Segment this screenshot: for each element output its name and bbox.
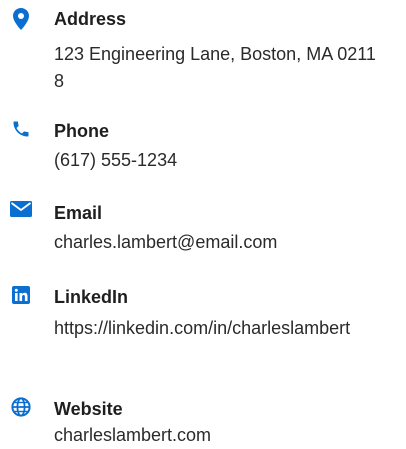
globe-icon	[10, 396, 32, 418]
linkedin-icon	[10, 284, 32, 306]
website-value[interactable]: charleslambert.com	[54, 422, 384, 449]
address-label: Address	[54, 9, 127, 29]
website-label: Website	[54, 399, 123, 419]
linkedin-label: LinkedIn	[54, 287, 129, 307]
phone-label: Phone	[54, 121, 110, 141]
envelope-icon	[10, 198, 32, 220]
linkedin-value[interactable]: https://linkedin.com/in/charleslambert	[54, 315, 384, 342]
email-label: Email	[54, 203, 103, 223]
phone-icon	[10, 118, 32, 140]
phone-value[interactable]: (617) 555-1234	[54, 147, 384, 174]
map-marker-icon	[10, 8, 32, 30]
email-value[interactable]: charles.lambert@email.com	[54, 229, 384, 256]
address-value: 123 Engineering Lane, Boston, MA 02118	[54, 44, 376, 91]
